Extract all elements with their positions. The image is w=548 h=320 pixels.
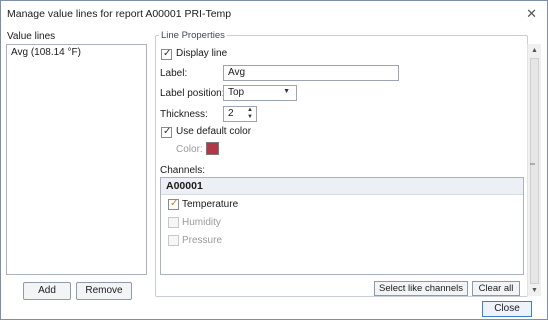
clear-all-button[interactable]: Clear all <box>472 281 520 296</box>
spin-arrows-icon[interactable]: ▲ ▼ <box>247 107 253 121</box>
use-default-color-checkbox[interactable] <box>161 126 172 138</box>
channel-pressure-label: Pressure <box>182 235 223 246</box>
temperature-checkbox[interactable] <box>168 198 179 210</box>
add-button[interactable]: Add <box>23 282 71 300</box>
thickness-stepper[interactable]: 2 ▲ ▼ <box>223 106 257 122</box>
select-like-channels-button[interactable]: Select like channels <box>374 281 468 296</box>
thickness-label: Thickness: <box>160 109 208 120</box>
chevron-down-icon: ▼ <box>283 88 290 95</box>
scroll-thumb[interactable] <box>530 58 539 284</box>
label-position-value: Top <box>228 87 245 98</box>
scroll-down-icon[interactable]: ▼ <box>531 287 538 294</box>
thickness-value: 2 <box>228 108 234 119</box>
label-input[interactable]: Avg <box>223 65 399 81</box>
label-position-select[interactable]: Top ▼ <box>223 85 297 101</box>
vertical-scrollbar[interactable]: ▲ ═ ▼ <box>527 44 541 296</box>
channels-label: Channels: <box>160 165 206 176</box>
scroll-up-icon[interactable]: ▲ <box>531 47 538 54</box>
pressure-checkbox <box>168 235 179 246</box>
value-lines-list[interactable]: Avg (108.14 °F) <box>6 44 147 275</box>
label-position-label: Label position: <box>160 88 225 99</box>
title-bar: Manage value lines for report A00001 PRI… <box>1 1 547 29</box>
close-button[interactable]: Close <box>482 301 532 317</box>
humidity-checkbox <box>168 217 179 228</box>
value-lines-label: Value lines <box>7 31 56 42</box>
display-line-label: Display line <box>176 48 228 59</box>
line-properties-title: Line Properties <box>159 30 227 41</box>
channel-humidity-label: Humidity <box>182 217 221 228</box>
channel-temperature-label: Temperature <box>182 199 239 210</box>
color-label: Color: <box>176 144 203 155</box>
color-swatch[interactable] <box>206 142 219 155</box>
close-icon[interactable]: ✕ <box>526 6 537 22</box>
grip-icon: ═ <box>530 161 535 168</box>
display-line-checkbox[interactable] <box>161 48 172 60</box>
channel-group-header: A00001 <box>161 178 523 195</box>
list-item[interactable]: Avg (108.14 °F) <box>7 45 146 60</box>
remove-button[interactable]: Remove <box>76 282 132 300</box>
window-title: Manage value lines for report A00001 PRI… <box>7 8 232 20</box>
label-field-label: Label: <box>160 68 188 79</box>
manage-value-lines-dialog: Manage value lines for report A00001 PRI… <box>0 0 548 320</box>
channel-group-name: A00001 <box>166 180 203 192</box>
use-default-color-label: Use default color <box>176 126 252 137</box>
